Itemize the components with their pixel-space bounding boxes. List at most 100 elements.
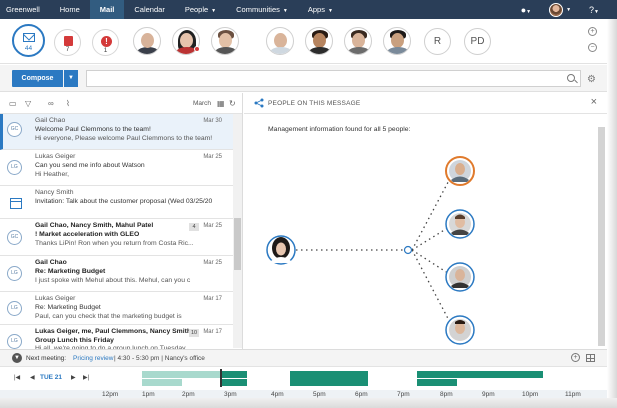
calendar-invite-icon: [10, 198, 22, 209]
link-icon[interactable]: ∞: [48, 99, 54, 108]
last-day-icon[interactable]: ▶|: [83, 374, 89, 381]
timeline-event[interactable]: [290, 371, 368, 386]
search-icon[interactable]: [567, 74, 575, 82]
avatar-body: [269, 47, 293, 54]
hour-label: 12pm: [102, 391, 119, 398]
search-input[interactable]: [87, 71, 557, 86]
chevron-down-icon: ▼: [282, 8, 288, 14]
next-meeting-time: 4:30 - 5:30 pm: [117, 355, 160, 362]
collapse-icon[interactable]: ▼: [12, 353, 22, 363]
thread-count: 10: [189, 329, 199, 337]
chevron-down-icon: ▼: [211, 8, 217, 14]
message-from: Nancy Smith: [35, 189, 74, 196]
list-scroll-thumb[interactable]: [234, 218, 241, 270]
grid-view-icon[interactable]: [586, 354, 595, 362]
nav-apps[interactable]: Apps ▼: [298, 0, 343, 19]
compose-dropdown-button[interactable]: ▼: [64, 70, 78, 87]
timeline-date: TUE 21: [40, 374, 63, 381]
chevron-down-icon: ▼: [327, 8, 333, 14]
person-initials-r[interactable]: R: [424, 28, 451, 55]
previous-day-icon[interactable]: ◀: [30, 374, 35, 381]
report-avatar[interactable]: [445, 209, 475, 239]
alert-count: 1: [103, 47, 108, 54]
list-item[interactable]: LG Lukas Geiger Re: Marketing Budget Pau…: [0, 292, 233, 325]
chevron-down-icon[interactable]: ▼: [566, 7, 571, 13]
person-avatar[interactable]: [383, 27, 411, 55]
sender-avatar: LG: [7, 266, 22, 281]
calendar-icon: [64, 36, 73, 46]
list-item[interactable]: GC Gail Chao, Nancy Smith, Mahul Patel !…: [0, 219, 233, 256]
compose-button[interactable]: Compose: [12, 70, 63, 87]
list-item[interactable]: LG Lukas Geiger, me, Paul Clemmons, Nanc…: [0, 325, 233, 352]
sender-avatar: LG: [7, 160, 22, 175]
nav-mail[interactable]: Mail: [89, 0, 125, 19]
hour-label: 2pm: [182, 391, 195, 398]
timeline-event[interactable]: [222, 371, 247, 378]
minus-icon[interactable]: −: [588, 43, 597, 52]
timeline-event[interactable]: [222, 379, 247, 386]
attachment-icon[interactable]: ⌇: [66, 99, 70, 108]
nav-communities[interactable]: Communities ▼: [226, 0, 298, 19]
user-avatar[interactable]: [549, 2, 564, 17]
thread-count: 4: [189, 223, 199, 231]
list-toolbar: ▭ ▽ ∞ ⌇ March ▦ ↻: [0, 93, 242, 114]
day-timeline: |◀ ◀ TUE 21 ▶ ▶| 12pm 1pm 2pm 3pm 4pm 5p…: [0, 366, 607, 399]
report-avatar[interactable]: [445, 156, 475, 186]
people-pane-scrollbar[interactable]: [598, 127, 605, 346]
alert-icon: !: [101, 36, 112, 47]
nav-people[interactable]: People ▼: [175, 0, 226, 19]
message-list: ▭ ▽ ∞ ⌇ March ▦ ↻ GC Gail Chao Welcome P…: [0, 93, 243, 352]
list-item[interactable]: GC Gail Chao Welcome Paul Clemmons to th…: [0, 114, 233, 150]
avatar-body: [136, 47, 160, 54]
nav-brand[interactable]: Greenwell: [0, 0, 50, 19]
hour-label: 3pm: [224, 391, 237, 398]
person-avatar[interactable]: [266, 27, 294, 55]
next-meeting-title[interactable]: Pricing review: [73, 355, 113, 362]
message-subject: Group Lunch this Friday: [35, 337, 114, 344]
list-scrollbar[interactable]: [233, 114, 242, 348]
message-subject: Invitation: Talk about the customer prop…: [35, 198, 213, 205]
add-event-icon[interactable]: +: [571, 353, 580, 362]
nav-calendar[interactable]: Calendar: [124, 0, 174, 19]
folder-icon[interactable]: ▭: [9, 99, 17, 108]
report-avatar[interactable]: [445, 262, 475, 292]
report-avatar[interactable]: [445, 315, 475, 345]
list-item[interactable]: LG Lukas Geiger Can you send me info abo…: [0, 150, 233, 186]
person-initials-pd[interactable]: PD: [464, 28, 491, 55]
compose-bar: Compose ▼: [0, 65, 617, 92]
mail-badge[interactable]: 44: [12, 24, 45, 57]
refresh-icon[interactable]: ↻: [229, 99, 236, 108]
list-item[interactable]: LG Gail Chao Re: Marketing Budget I just…: [0, 256, 233, 292]
message-subject: ! Market acceleration with GLEO: [35, 231, 140, 238]
manager-avatar[interactable]: [266, 235, 296, 265]
calendar-view-icon[interactable]: ▦: [217, 99, 225, 108]
message-subject: Welcome Paul Clemmons to the team!: [35, 126, 151, 133]
notifications-icon[interactable]: ●▼: [521, 5, 531, 15]
help-icon[interactable]: ?▼: [589, 5, 599, 15]
gear-icon[interactable]: ⚙: [587, 74, 596, 85]
calendar-badge[interactable]: 7: [54, 29, 81, 56]
add-icon[interactable]: +: [588, 27, 597, 36]
timeline-event[interactable]: [417, 379, 457, 386]
message-snippet: I just spoke with Mehul about this. Mehu…: [35, 277, 191, 284]
filter-icon[interactable]: ▽: [25, 99, 31, 108]
person-avatar[interactable]: [133, 27, 161, 55]
person-avatar[interactable]: [305, 27, 333, 55]
timeline-event[interactable]: [142, 371, 221, 378]
person-avatar[interactable]: [344, 27, 372, 55]
mail-count: 44: [24, 45, 33, 52]
current-time-marker: [220, 369, 222, 387]
timeline-event[interactable]: [142, 379, 182, 386]
hub-node[interactable]: [403, 245, 413, 255]
list-item[interactable]: Nancy Smith Invitation: Talk about the c…: [0, 186, 233, 219]
avatar-face: [219, 33, 232, 48]
nav-home[interactable]: Home: [50, 0, 90, 19]
first-day-icon[interactable]: |◀: [14, 374, 20, 381]
envelope-icon: [23, 33, 35, 42]
timeline-event[interactable]: [417, 371, 543, 378]
separator: |: [114, 355, 116, 362]
next-day-icon[interactable]: ▶: [71, 374, 76, 381]
alert-badge[interactable]: ! 1: [92, 29, 119, 56]
avatar-face: [352, 33, 365, 48]
person-avatar[interactable]: [211, 27, 239, 55]
